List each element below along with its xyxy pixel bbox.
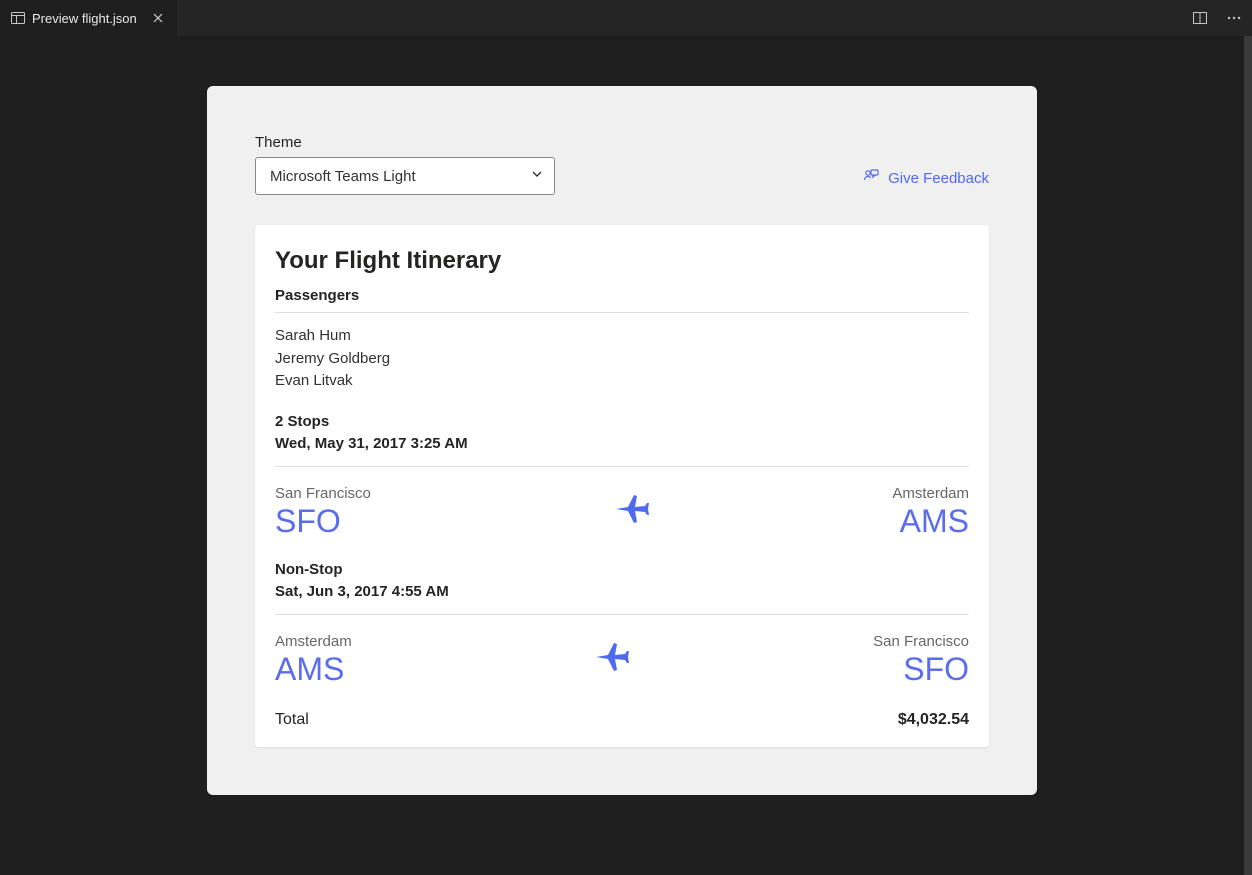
adaptive-card: Your Flight Itinerary Passengers Sarah H… <box>255 225 989 747</box>
preview-panel: Theme Microsoft Teams Light <box>207 86 1037 795</box>
leg-header: Non-Stop Sat, Jun 3, 2017 4:55 AM <box>275 559 969 615</box>
tab-preview-flight[interactable]: Preview flight.json <box>0 0 178 36</box>
card-title: Your Flight Itinerary <box>275 247 969 275</box>
leg-row: Amsterdam AMS San Francisco SFO <box>275 615 969 707</box>
theme-select-value: Microsoft Teams Light <box>270 168 416 185</box>
leg-row: San Francisco SFO Amsterdam AMS <box>275 467 969 559</box>
chevron-down-icon <box>530 167 544 185</box>
leg-datetime: Wed, May 31, 2017 3:25 AM <box>275 433 969 456</box>
theme-label: Theme <box>255 134 555 151</box>
passengers-label: Passengers <box>275 287 969 313</box>
split-editor-icon[interactable] <box>1188 6 1212 30</box>
passenger-name: Evan Litvak <box>275 370 969 393</box>
scrollbar-thumb[interactable] <box>1244 36 1252 875</box>
passenger-name: Jeremy Goldberg <box>275 348 969 371</box>
feedback-label: Give Feedback <box>888 170 989 187</box>
from-code: SFO <box>275 504 371 539</box>
leg-header: 2 Stops Wed, May 31, 2017 3:25 AM <box>275 411 969 467</box>
from-city: San Francisco <box>275 485 371 502</box>
close-icon[interactable] <box>149 9 167 27</box>
leg-stops: 2 Stops <box>275 411 969 434</box>
total-label: Total <box>275 711 309 729</box>
to-city: San Francisco <box>873 633 969 650</box>
preview-content-area: Theme Microsoft Teams Light <box>0 36 1244 875</box>
feedback-icon <box>862 167 880 189</box>
preview-file-icon <box>10 10 26 26</box>
from-city: Amsterdam <box>275 633 352 650</box>
to-city: Amsterdam <box>892 485 969 502</box>
leg-stops: Non-Stop <box>275 559 969 582</box>
tab-title: Preview flight.json <box>32 11 137 26</box>
total-amount: $4,032.54 <box>898 711 969 729</box>
give-feedback-link[interactable]: Give Feedback <box>862 167 989 189</box>
passenger-name: Sarah Hum <box>275 325 969 348</box>
passenger-list: Sarah Hum Jeremy Goldberg Evan Litvak <box>275 313 969 411</box>
from-code: AMS <box>275 652 352 687</box>
more-actions-icon[interactable] <box>1222 6 1246 30</box>
to-code: SFO <box>873 652 969 687</box>
leg-datetime: Sat, Jun 3, 2017 4:55 AM <box>275 581 969 604</box>
theme-select[interactable]: Microsoft Teams Light <box>255 157 555 195</box>
airplane-icon <box>612 489 652 534</box>
total-row: Total $4,032.54 <box>275 707 969 729</box>
airplane-icon <box>592 637 632 682</box>
scrollbar[interactable] <box>1244 36 1252 875</box>
editor-tab-bar: Preview flight.json <box>0 0 1252 36</box>
to-code: AMS <box>892 504 969 539</box>
